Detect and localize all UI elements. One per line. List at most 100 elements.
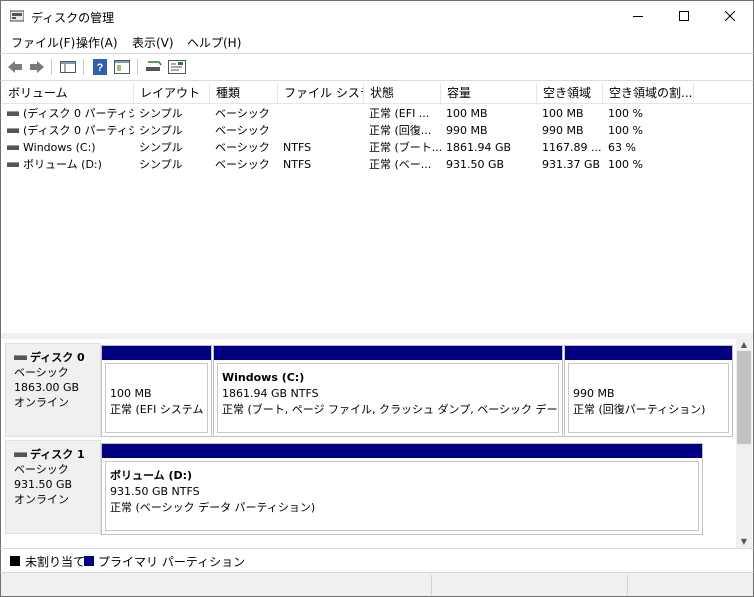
volume-row[interactable]: (ディスク 0 パーティシ... シンプル ベーシック 正常 (EFI ... … [2,105,752,122]
volume-icon [7,144,19,150]
partition-size: 990 MB [573,387,615,400]
rescan-disks-button[interactable] [144,58,164,76]
partition-bar [214,346,562,360]
disk-0-size: 1863.00 GB [14,381,80,394]
back-icon [8,61,22,73]
toolbar-separator [51,59,52,75]
volume-row[interactable]: Windows (C:) シンプル ベーシック NTFS 正常 (ブート... … [2,139,752,156]
type-cell: ベーシック [215,107,270,120]
volume-name-cell: (ディスク 0 パーティシ... [7,123,134,138]
settings-button[interactable] [167,58,187,76]
column-header-percent-free[interactable]: 空き領域の割... [603,84,694,103]
legend-primary-partition-label: プライマリ パーティション [98,555,246,569]
disk-1-type: ベーシック [14,463,69,476]
disk-1-name: ディスク 1 [14,447,100,462]
capacity-cell: 1861.94 GB [446,141,512,154]
close-button[interactable] [707,1,753,31]
maximize-icon [679,11,689,21]
free-space-cell: 931.37 GB [542,158,601,171]
properties-button[interactable] [112,58,132,76]
status-segment [627,575,753,595]
partition-efi[interactable]: 100 MB 正常 (EFI システム パ [101,345,212,437]
column-header-type[interactable]: 種類 [210,84,278,103]
settings-icon [168,60,186,74]
properties-icon [114,60,130,74]
percent-free-cell: 100 % [608,158,643,171]
partition-windows-c[interactable]: Windows (C:) 1861.94 GB NTFS 正常 (ブート, ペー… [213,345,563,437]
volume-name-cell: ボリューム (D:) [7,157,134,172]
unallocated-swatch [10,556,20,566]
percent-free-cell: 100 % [608,107,643,120]
partition-bar [102,444,702,458]
title-bar: ディスクの管理 [0,0,754,31]
scroll-thumb[interactable] [737,351,751,444]
show-hide-console-tree-icon [60,61,76,73]
percent-free-cell: 100 % [608,124,643,137]
legend-unallocated-label: 未割り当て [25,555,86,569]
back-button[interactable] [5,58,25,76]
free-space-cell: 990 MB [542,124,584,137]
filesystem-cell [283,106,364,121]
capacity-cell: 990 MB [446,124,488,137]
status-segment [431,575,627,595]
free-space-cell: 1167.89 ... [542,141,602,154]
partition-size: 1861.94 GB NTFS [222,387,319,400]
forward-icon [30,61,44,73]
column-header-layout[interactable]: レイアウト [134,84,210,103]
layout-cell: シンプル [139,141,183,154]
minimize-button[interactable] [615,1,661,31]
disk-1-size: 931.50 GB [14,478,73,491]
menu-view[interactable]: 表示(V) [132,34,174,51]
partition-label: ボリューム (D:) [110,469,193,482]
type-cell: ベーシック [215,141,270,154]
svg-text:?: ? [97,62,104,74]
status-cell: 正常 (ベー... [369,158,432,171]
scroll-up-arrow-icon[interactable]: ▲ [736,339,752,351]
partition-bar [565,346,732,360]
legend-bar: 未割り当て プライマリ パーティション [0,548,754,572]
column-header-capacity[interactable]: 容量 [441,84,537,103]
partition-status: 正常 (回復パーティション) [573,403,706,416]
disk-map-pane: ディスク 0 ベーシック 1863.00 GB オンライン 100 MB 正常 … [0,339,754,548]
status-cell: 正常 (回復... [369,124,432,137]
disk-management-app-icon [10,10,24,22]
disk-1-status: オンライン [14,493,69,506]
scroll-down-arrow-icon[interactable]: ▼ [736,536,752,548]
show-hide-console-tree-button[interactable] [58,58,78,76]
partition-recovery[interactable]: 990 MB 正常 (回復パーティション) [564,345,733,437]
percent-free-cell: 63 % [608,141,636,154]
volume-row[interactable]: ボリューム (D:) シンプル ベーシック NTFS 正常 (ベー... 931… [2,156,752,173]
column-header-volume[interactable]: ボリューム [2,84,134,103]
status-bar [0,572,754,597]
menu-bar: ファイル(F) 操作(A) 表示(V) ヘルプ(H) [0,31,754,53]
toolbar-separator [137,59,138,75]
partition-status: 正常 (EFI システム パ [110,403,208,416]
type-cell: ベーシック [215,124,270,137]
menu-file[interactable]: ファイル(F) [11,34,75,51]
primary-partition-swatch [84,556,94,566]
disk-1-info[interactable]: ディスク 1 ベーシック 931.50 GB オンライン [5,440,101,534]
disk-pane-scrollbar[interactable]: ▲ ▼ [736,339,752,548]
volume-icon [7,161,19,167]
column-header-filesystem[interactable]: ファイル システム [278,84,364,103]
column-header-free-space[interactable]: 空き領域 [537,84,603,103]
partition-label: Windows (C:) [222,371,305,384]
partition-body: 100 MB 正常 (EFI システム パ [105,363,208,433]
volume-list-pane: ボリューム レイアウト 種類 ファイル システム 状態 容量 空き領域 空き領域… [0,81,754,333]
column-header-status[interactable]: 状態 [364,84,441,103]
partition-size: 100 MB [110,387,152,400]
maximize-button[interactable] [661,1,707,31]
partition-status: 正常 (ブート, ページ ファイル, クラッシュ ダンプ, ベーシック データ … [222,403,558,416]
menu-action[interactable]: 操作(A) [76,34,118,51]
filesystem-cell: NTFS [283,141,312,154]
rescan-disks-icon [146,61,162,71]
volume-name-cell: Windows (C:) [7,140,134,155]
close-icon [725,11,735,21]
forward-button[interactable] [27,58,47,76]
disk-0-info[interactable]: ディスク 0 ベーシック 1863.00 GB オンライン [5,343,101,437]
partition-size: 931.50 GB NTFS [110,485,200,498]
menu-help[interactable]: ヘルプ(H) [187,34,241,51]
volume-row[interactable]: (ディスク 0 パーティシ... シンプル ベーシック 正常 (回復... 99… [2,122,752,139]
help-button[interactable]: ? [90,58,110,76]
partition-volume-d[interactable]: ボリューム (D:) 931.50 GB NTFS 正常 (ベーシック データ … [101,443,703,535]
